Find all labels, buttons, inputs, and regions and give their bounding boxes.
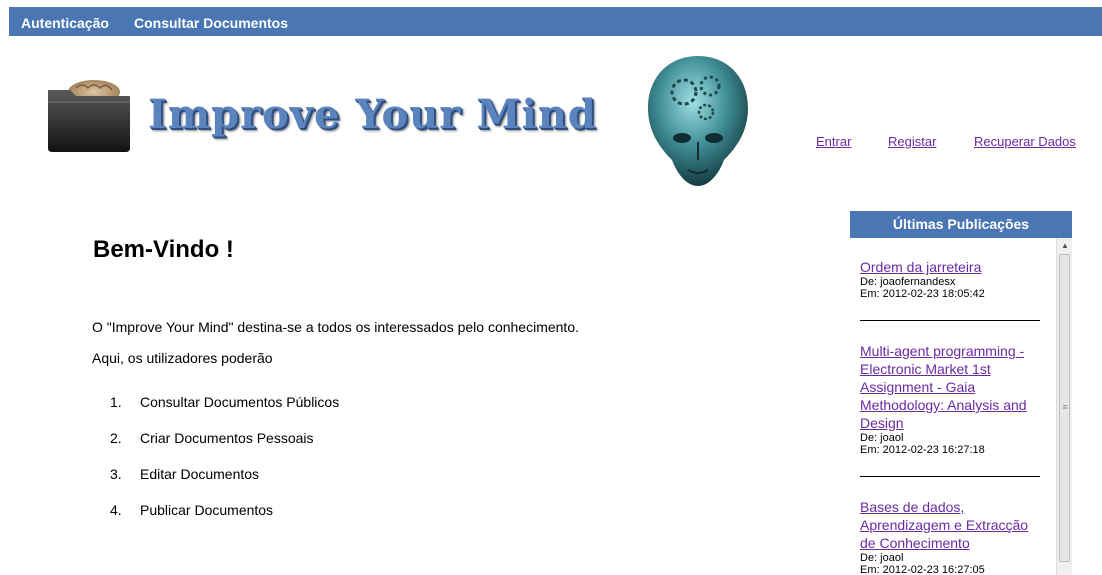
list-item: 3. Editar Documentos [110, 466, 339, 502]
publication-title-link[interactable]: Bases de dados, Aprendizagem e Extracção… [860, 498, 1040, 552]
separator [860, 476, 1040, 477]
recover-data-link[interactable]: Recuperar Dados [974, 134, 1076, 149]
latest-publications-panel: Últimas Publicações Ordem da jarreteira … [850, 211, 1072, 575]
publication-date: Em: 2012-02-23 18:05:42 [860, 288, 985, 300]
nav-authentication[interactable]: Autenticação [21, 15, 109, 31]
publication-date: Em: 2012-02-23 16:27:18 [860, 444, 985, 456]
login-link[interactable]: Entrar [816, 134, 851, 149]
list-item-label: Publicar Documentos [140, 502, 274, 518]
grip-lines-icon: ≡ [1062, 402, 1068, 412]
scroll-thumb[interactable]: ≡ [1059, 254, 1070, 562]
list-item-label: Criar Documentos Pessoais [140, 430, 314, 446]
list-item: 1. Consultar Documentos Públicos [110, 394, 339, 430]
list-item-number: 4. [110, 502, 122, 518]
publication-item: Ordem da jarreteira De: joaofernandesx E… [860, 258, 1040, 300]
publications-list[interactable]: Ordem da jarreteira De: joaofernandesx E… [850, 238, 1072, 575]
list-item: 2. Criar Documentos Pessoais [110, 430, 339, 466]
nav-consult-documents[interactable]: Consultar Documentos [134, 15, 288, 31]
site-logo-title: Improve Your Mind [148, 91, 597, 138]
page-title: Bem-Vindo ! [93, 236, 234, 263]
register-link[interactable]: Registar [888, 134, 936, 149]
publication-item: Multi-agent programming - Electronic Mar… [860, 342, 1040, 456]
list-item-label: Consultar Documentos Públicos [140, 394, 340, 410]
publication-date: Em: 2012-02-23 16:27:05 [860, 564, 985, 575]
panel-title: Últimas Publicações [850, 211, 1072, 238]
scroll-up-arrow-icon[interactable]: ▲ [1057, 238, 1072, 254]
intro-subtext: Aqui, os utilizadores poderão [92, 350, 273, 366]
top-nav-bar: Autenticação Consultar Documentos [9, 7, 1102, 36]
publication-author: De: joaol [860, 552, 904, 564]
publication-item: Bases de dados, Aprendizagem e Extracção… [860, 498, 1040, 575]
publication-author: De: joaofernandesx [860, 276, 956, 288]
publication-title-link[interactable]: Ordem da jarreteira [860, 258, 1040, 276]
intro-text: O "Improve Your Mind" destina-se a todos… [92, 319, 579, 335]
list-item-label: Editar Documentos [140, 466, 260, 482]
list-item-number: 2. [110, 430, 122, 446]
publication-author: De: joaol [860, 432, 904, 444]
mechanical-head-icon [648, 56, 748, 186]
publication-title-link[interactable]: Multi-agent programming - Electronic Mar… [860, 342, 1040, 432]
list-item-number: 1. [110, 394, 122, 410]
publications-scrollbar[interactable]: ▲ ≡ [1056, 238, 1072, 575]
list-item: 4. Publicar Documentos [110, 502, 339, 538]
list-item-number: 3. [110, 466, 122, 482]
features-list: 1. Consultar Documentos Públicos 2. Cria… [110, 394, 339, 538]
separator [860, 320, 1040, 321]
folder-brain-icon [48, 80, 130, 152]
